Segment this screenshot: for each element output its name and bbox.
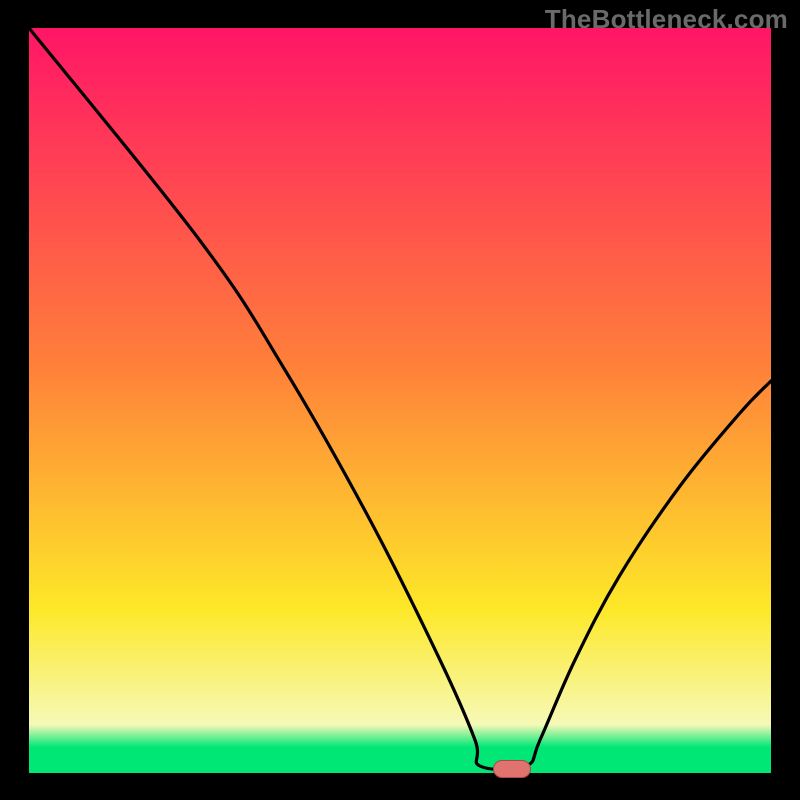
plot-background (29, 28, 771, 773)
chart-frame: TheBottleneck.com (0, 0, 800, 800)
gradient-rect (29, 28, 771, 773)
watermark-text: TheBottleneck.com (545, 4, 788, 35)
optimal-marker (493, 760, 531, 778)
